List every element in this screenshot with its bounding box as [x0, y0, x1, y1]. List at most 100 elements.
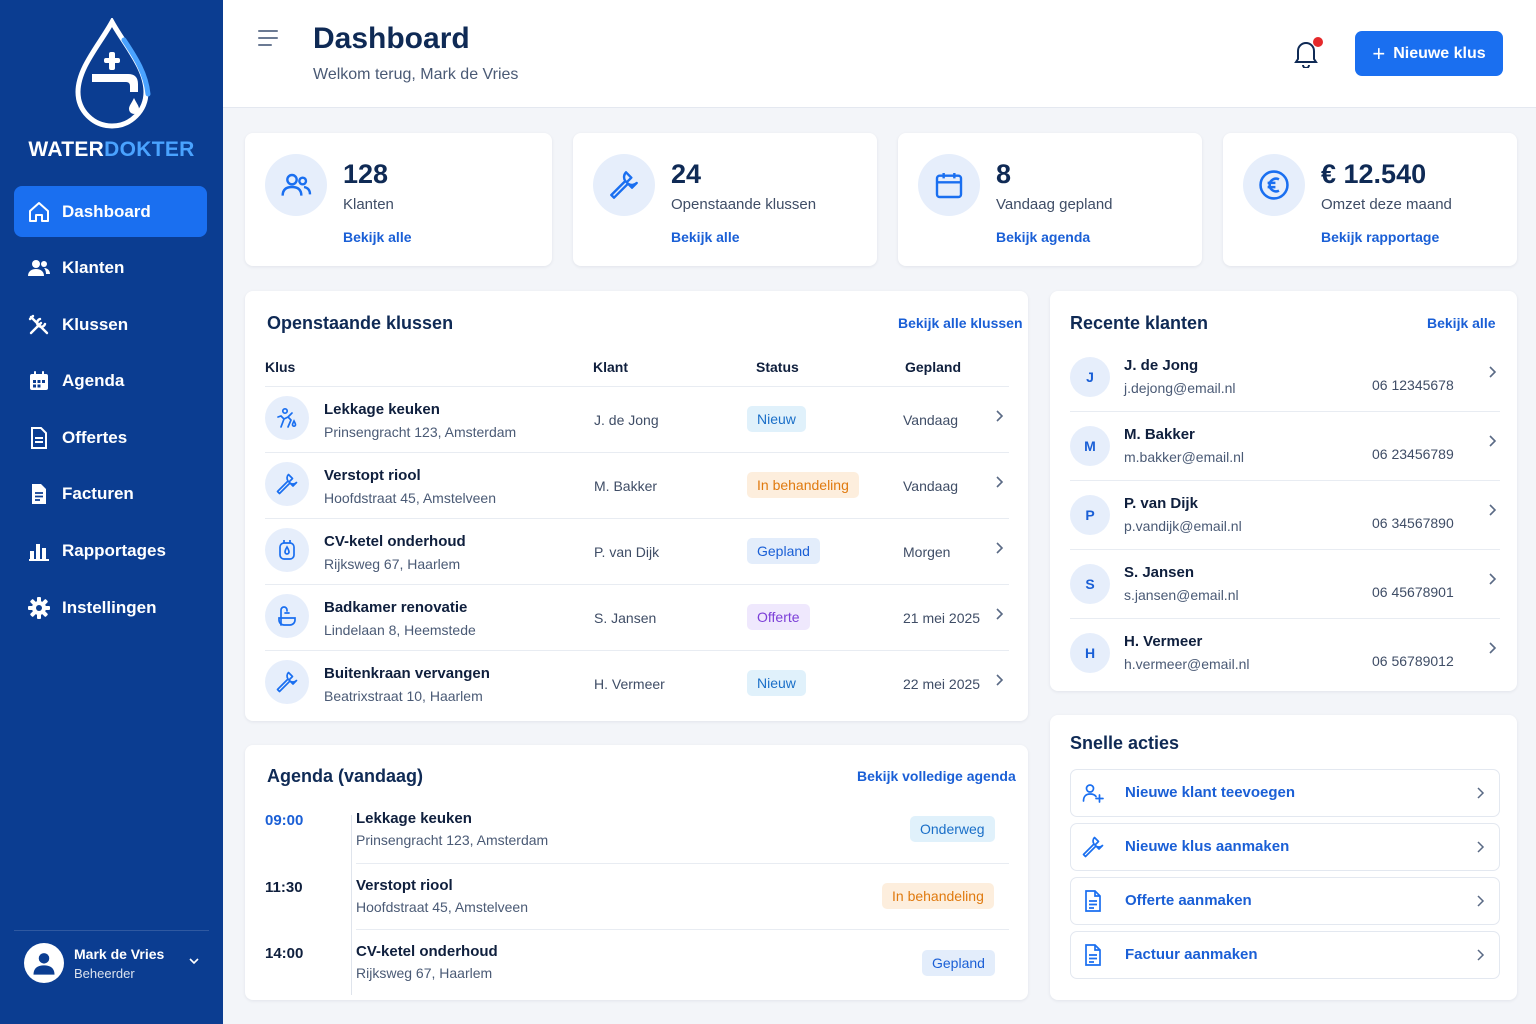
- water-drop-tap-logo-icon: [74, 18, 150, 129]
- brand-name: WATERDOKTER: [0, 138, 223, 162]
- status-badge: Onderweg: [910, 816, 995, 842]
- client-name: H. Vermeer: [1124, 633, 1203, 650]
- add-client-action[interactable]: Nieuwe klant teevoegen: [1070, 769, 1500, 817]
- calendar-icon: [26, 368, 52, 394]
- chevron-right-icon[interactable]: [993, 673, 1005, 692]
- job-title: Verstopt riool: [324, 467, 421, 484]
- stat-card-gepland: 8 Vandaag gepland Bekijk agenda: [898, 133, 1202, 266]
- stat-link[interactable]: Bekijk alle: [343, 229, 412, 245]
- stat-card-klanten: 128 Klanten Bekijk alle: [245, 133, 552, 266]
- column-header-klus[interactable]: Klus: [265, 359, 295, 375]
- chevron-down-icon[interactable]: [187, 954, 201, 973]
- add-quote-action[interactable]: Offerte aanmaken: [1070, 877, 1500, 925]
- status-badge: Gepland: [922, 950, 995, 976]
- stat-value: € 12.540: [1321, 159, 1427, 189]
- table-row[interactable]: Buitenkraan vervangen Beatrixstraat 10, …: [265, 650, 1009, 715]
- list-item[interactable]: S S. Jansen s.jansen@email.nl 06 4567890…: [1070, 550, 1500, 619]
- client-email: s.jansen@email.nl: [1124, 587, 1239, 603]
- sidebar-item-klanten[interactable]: Klanten: [14, 243, 207, 294]
- chevron-right-icon[interactable]: [1486, 434, 1498, 453]
- job-address: Prinsengracht 123, Amsterdam: [324, 424, 517, 440]
- menu-icon[interactable]: [257, 28, 279, 53]
- new-job-button-label: Nieuwe klus: [1393, 44, 1486, 62]
- brand-logo[interactable]: WATERDOKTER: [0, 18, 223, 162]
- job-title: Badkamer renovatie: [324, 599, 468, 616]
- stat-link[interactable]: Bekijk rapportage: [1321, 229, 1439, 245]
- table-row[interactable]: CV-ketel onderhoud Rijksweg 67, Haarlem …: [265, 518, 1009, 583]
- agenda-time: 09:00: [265, 812, 304, 829]
- add-invoice-action[interactable]: Factuur aanmaken: [1070, 931, 1500, 979]
- stat-label: Vandaag gepland: [996, 196, 1113, 213]
- jobs-title: Openstaande klussen: [267, 313, 454, 333]
- chevron-right-icon[interactable]: [1486, 641, 1498, 660]
- list-item[interactable]: M M. Bakker m.bakker@email.nl 06 2345678…: [1070, 412, 1500, 481]
- status-badge: In behandeling: [747, 472, 859, 498]
- add-job-action[interactable]: Nieuwe klus aanmaken: [1070, 823, 1500, 871]
- users-icon: [26, 255, 52, 281]
- agenda-item[interactable]: 11:30 Verstopt riool Hoofdstraat 45, Ams…: [265, 877, 1009, 945]
- recent-clients-card: Recente klanten Bekijk alle J J. de Jong…: [1050, 291, 1517, 691]
- chevron-right-icon[interactable]: [1486, 365, 1498, 384]
- sidebar-item-klussen[interactable]: Klussen: [14, 299, 207, 350]
- client-name: S. Jansen: [1124, 564, 1195, 581]
- sidebar-item-instellingen[interactable]: Instellingen: [14, 582, 207, 633]
- sidebar-item-label: Agenda: [62, 371, 125, 391]
- list-item[interactable]: H H. Vermeer h.vermeer@email.nl 06 56789…: [1070, 619, 1500, 688]
- agenda-view-all-link[interactable]: Bekijk volledige agenda: [857, 768, 1016, 784]
- client-phone: 06 23456789: [1372, 446, 1454, 462]
- new-job-button[interactable]: + Nieuwe klus: [1355, 31, 1503, 76]
- stat-link[interactable]: Bekijk agenda: [996, 229, 1090, 245]
- user-name: Mark de Vries: [74, 945, 165, 962]
- bar-chart-icon: [26, 538, 52, 564]
- avatar: [24, 943, 64, 983]
- plus-icon: +: [1372, 40, 1386, 66]
- client-name: J. de Jong: [1124, 357, 1199, 374]
- sidebar-item-offertes[interactable]: Offertes: [14, 412, 207, 463]
- home-icon: [26, 199, 52, 225]
- sidebar-item-rapportages[interactable]: Rapportages: [14, 526, 207, 577]
- sidebar-item-label: Klanten: [62, 258, 125, 278]
- job-date: Vandaag: [903, 478, 959, 494]
- job-client: J. de Jong: [594, 412, 659, 428]
- chevron-right-icon[interactable]: [993, 409, 1005, 428]
- client-phone: 06 34567890: [1372, 515, 1454, 531]
- sidebar-item-facturen[interactable]: Facturen: [14, 469, 207, 520]
- chevron-right-icon: [1475, 948, 1485, 967]
- agenda-item-title: CV-ketel onderhoud: [356, 943, 498, 960]
- chevron-right-icon[interactable]: [1486, 503, 1498, 522]
- chevron-right-icon[interactable]: [993, 607, 1005, 626]
- column-header-status[interactable]: Status: [756, 359, 799, 375]
- jobs-view-all-link[interactable]: Bekijk alle klussen: [898, 315, 1023, 331]
- chevron-right-icon[interactable]: [993, 541, 1005, 560]
- list-item[interactable]: P P. van Dijk p.vandijk@email.nl 06 3456…: [1070, 481, 1500, 550]
- list-item[interactable]: J J. de Jong j.dejong@email.nl 06 123456…: [1070, 343, 1500, 412]
- document-icon: [1081, 889, 1105, 918]
- stat-link[interactable]: Bekijk alle: [671, 229, 740, 245]
- column-header-gepland[interactable]: Gepland: [905, 359, 961, 375]
- brand-name-part2: DOKTER: [104, 138, 195, 161]
- sidebar-item-agenda[interactable]: Agenda: [14, 356, 207, 407]
- user-menu[interactable]: Mark de Vries Beheerder: [14, 930, 209, 983]
- client-email: p.vandijk@email.nl: [1124, 518, 1242, 534]
- table-row[interactable]: Verstopt riool Hoofdstraat 45, Amstelvee…: [265, 452, 1009, 517]
- agenda-item-address: Prinsengracht 123, Amsterdam: [356, 832, 549, 848]
- chevron-right-icon[interactable]: [1486, 572, 1498, 591]
- page-subtitle: Welkom terug, Mark de Vries: [313, 66, 519, 83]
- agenda-item[interactable]: 09:00 Lekkage keuken Prinsengracht 123, …: [265, 810, 1009, 878]
- client-avatar: P: [1070, 495, 1110, 535]
- client-name: M. Bakker: [1124, 426, 1195, 443]
- document-icon: [26, 425, 52, 451]
- table-row[interactable]: Lekkage keuken Prinsengracht 123, Amster…: [265, 386, 1009, 451]
- agenda-time: 11:30: [265, 879, 303, 896]
- recent-clients-view-all-link[interactable]: Bekijk alle: [1427, 315, 1496, 331]
- client-email: m.bakker@email.nl: [1124, 449, 1245, 465]
- sidebar-item-dashboard[interactable]: Dashboard: [14, 186, 207, 237]
- status-badge: Gepland: [747, 538, 820, 564]
- table-row[interactable]: Badkamer renovatie Lindelaan 8, Heemsted…: [265, 584, 1009, 649]
- stat-card-omzet: € 12.540 Omzet deze maand Bekijk rapport…: [1223, 133, 1517, 266]
- agenda-item[interactable]: 14:00 CV-ketel onderhoud Rijksweg 67, Ha…: [265, 943, 1009, 1011]
- wrench-icon: [593, 154, 655, 216]
- column-header-klant[interactable]: Klant: [593, 359, 628, 375]
- agenda-time: 14:00: [265, 945, 304, 962]
- chevron-right-icon[interactable]: [993, 475, 1005, 494]
